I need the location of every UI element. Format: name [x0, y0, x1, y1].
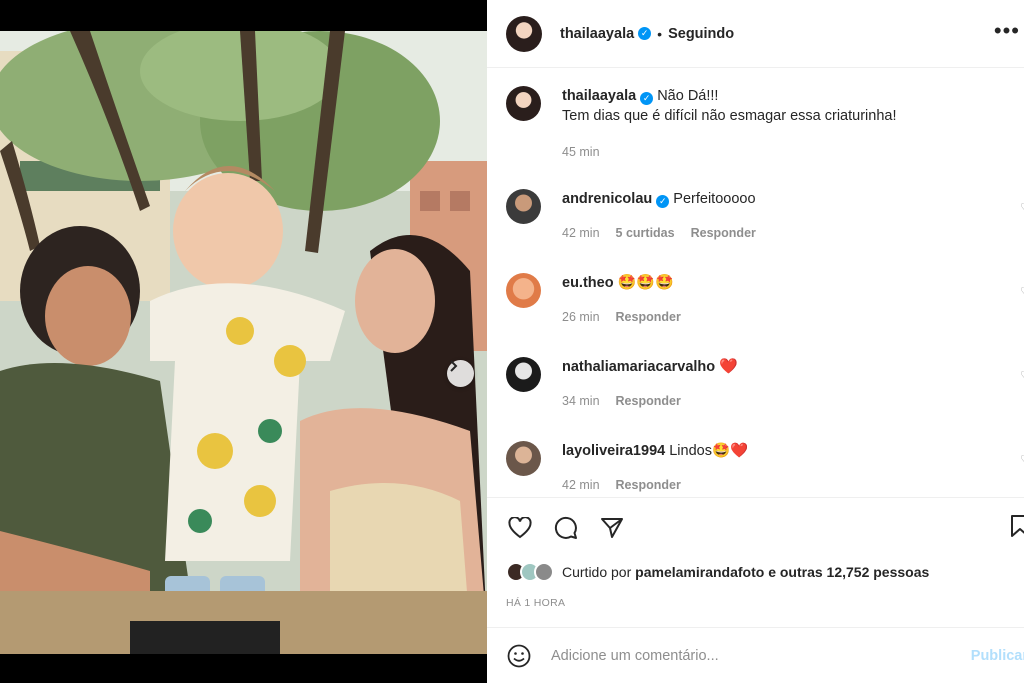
post-media-panel	[0, 0, 487, 683]
commenter-avatar[interactable]	[506, 273, 541, 308]
author-username[interactable]: thailaayala	[560, 26, 634, 42]
comment-time: 42 min	[562, 478, 600, 492]
verified-badge-icon: ✓	[638, 27, 652, 40]
comment-text: ❤️	[719, 358, 738, 375]
comment-text: Lindos🤩❤️	[669, 443, 749, 459]
caption-time: 45 min	[562, 145, 600, 159]
bookmark-icon[interactable]	[1010, 514, 1024, 543]
action-buttons	[506, 514, 626, 542]
heart-icon[interactable]	[506, 514, 534, 542]
comment-input[interactable]	[551, 648, 951, 664]
comment-item: nathaliamariacarvalho ❤️ 34 min Responde…	[506, 357, 1024, 411]
comment-like-icon[interactable]: ♡	[1020, 453, 1024, 466]
comments-list[interactable]: thailaayala ✓ Não Dá!!! Tem dias que é di…	[487, 69, 1024, 497]
comment-time: 34 min	[562, 394, 600, 408]
comment-like-icon[interactable]: ♡	[1020, 201, 1024, 214]
comment-like-icon[interactable]: ♡	[1020, 285, 1024, 298]
post-side-panel: thailaayala ✓ • Seguindo ••• thailaayala…	[487, 0, 1024, 683]
comment-like-icon[interactable]: ♡	[1020, 369, 1024, 382]
post-photo[interactable]	[0, 31, 487, 654]
publish-button[interactable]: Publicar	[971, 648, 1024, 664]
comment-username[interactable]: eu.theo	[562, 275, 614, 291]
chevron-right-icon	[450, 360, 458, 372]
verified-badge-icon: ✓	[640, 92, 654, 105]
reply-button[interactable]: Responder	[691, 223, 756, 243]
photo-illustration	[0, 31, 487, 654]
comment-time: 42 min	[562, 226, 600, 240]
author-avatar[interactable]	[506, 86, 541, 121]
liker-avatar[interactable]	[534, 562, 554, 582]
comment-username[interactable]: andrenicolau	[562, 191, 652, 207]
likes-prefix: Curtido por	[562, 564, 632, 580]
comment-time: 26 min	[562, 310, 600, 324]
post-timestamp: HÁ 1 HORA	[506, 597, 566, 609]
reply-button[interactable]: Responder	[616, 475, 681, 495]
share-icon[interactable]	[598, 514, 626, 542]
likes-count[interactable]: e outras 12,752 pessoas	[768, 564, 929, 580]
commenter-avatar[interactable]	[506, 441, 541, 476]
comment-item: eu.theo 🤩🤩🤩 26 min Responder ♡	[506, 273, 1024, 327]
comment-item: layoliveira1994 Lindos🤩❤️ 42 min Respond…	[506, 441, 1024, 495]
caption-text-line1: Não Dá!!!	[657, 88, 719, 104]
post-header: thailaayala ✓ • Seguindo •••	[487, 0, 1024, 68]
comment-likes[interactable]: 5 curtidas	[616, 223, 675, 243]
author-avatar[interactable]	[506, 15, 542, 52]
comment-item: andrenicolau ✓ Perfeitooooo 42 min 5 curt…	[506, 189, 1024, 243]
reply-button[interactable]: Responder	[616, 307, 681, 327]
commenter-avatar[interactable]	[506, 189, 541, 224]
liker-username[interactable]: pamelamirandafoto	[635, 564, 764, 580]
comment-text: 🤩🤩🤩	[617, 274, 674, 291]
reply-button[interactable]: Responder	[616, 391, 681, 411]
commenter-avatar[interactable]	[506, 357, 541, 392]
more-options-icon[interactable]: •••	[994, 20, 1020, 42]
verified-badge-icon: ✓	[656, 195, 670, 208]
comment-composer: Publicar	[487, 627, 1024, 683]
following-button[interactable]: Seguindo	[668, 26, 734, 42]
caption-text-line2: Tem dias que é difícil não esmagar essa …	[562, 108, 897, 124]
comment-text: Perfeitooooo	[673, 191, 756, 207]
comment-username[interactable]: nathaliamariacarvalho	[562, 359, 715, 375]
header-separator: •	[657, 25, 663, 42]
post-actions: Curtido por pamelamirandafoto e outras 1…	[487, 497, 1024, 683]
caption-item: thailaayala ✓ Não Dá!!! Tem dias que é di…	[506, 86, 1024, 162]
comment-username[interactable]: layoliveira1994	[562, 443, 665, 459]
next-slide-button[interactable]	[447, 360, 474, 387]
caption-username[interactable]: thailaayala	[562, 88, 636, 104]
comment-icon[interactable]	[552, 514, 580, 542]
likes-summary: Curtido por pamelamirandafoto e outras 1…	[506, 562, 929, 582]
emoji-icon[interactable]	[505, 642, 533, 670]
